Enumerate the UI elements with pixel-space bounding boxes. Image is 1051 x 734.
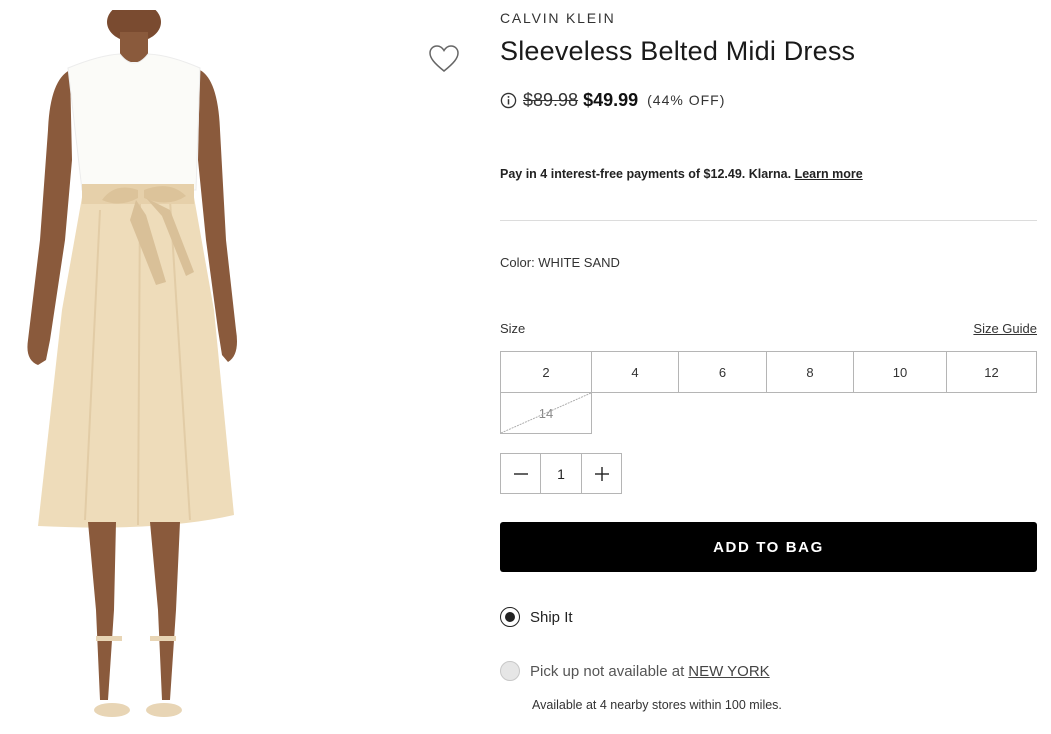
size-option-12[interactable]: 12 [946, 351, 1037, 393]
size-option-14-unavailable[interactable]: 14 [500, 392, 592, 434]
product-image-area [0, 0, 470, 734]
klarna-message: Pay in 4 interest-free payments of $12.4… [500, 167, 863, 181]
pickup-option: Pick up not available at NEW YORK [500, 661, 770, 681]
color-label: Color: WHITE SAND [500, 255, 620, 270]
unavailable-slash [501, 393, 591, 433]
ship-it-label: Ship It [530, 608, 573, 626]
add-to-bag-button[interactable]: ADD TO BAG [500, 522, 1037, 572]
sale-price: $49.99 [583, 89, 639, 110]
plus-icon [594, 466, 609, 481]
ship-it-option[interactable]: Ship It [500, 607, 573, 627]
size-guide-link[interactable]: Size Guide [973, 321, 1037, 336]
klarna-text: Pay in 4 interest-free payments of $12.4… [500, 167, 792, 181]
product-info: CALVIN KLEIN Sleeveless Belted Midi Dres… [500, 0, 1037, 734]
pickup-label: Pick up not available at [530, 662, 685, 680]
decrease-quantity-button[interactable] [500, 453, 541, 494]
product-image [27, 10, 237, 717]
price-row: $89.98 $49.99 (44% OFF) [500, 88, 725, 112]
ship-it-radio[interactable] [500, 607, 520, 627]
quantity-stepper: 1 [500, 453, 622, 494]
size-option-10[interactable]: 10 [853, 351, 947, 393]
store-location-link[interactable]: NEW YORK [688, 663, 769, 680]
size-option-4[interactable]: 4 [591, 351, 679, 393]
minus-icon [513, 472, 528, 475]
product-title: Sleeveless Belted Midi Dress [500, 36, 856, 66]
info-icon[interactable] [500, 92, 517, 109]
wishlist-heart-icon[interactable] [428, 44, 460, 74]
heart-icon [429, 45, 459, 72]
brand-name[interactable]: CALVIN KLEIN [500, 10, 616, 26]
nearby-stores-text: Available at 4 nearby stores within 100 … [532, 698, 782, 712]
increase-quantity-button[interactable] [581, 453, 622, 494]
size-option-6[interactable]: 6 [678, 351, 767, 393]
original-price: $89.98 [523, 89, 579, 110]
quantity-value[interactable]: 1 [541, 453, 581, 494]
size-label: Size [500, 321, 526, 336]
divider [500, 220, 1037, 221]
discount-label: (44% OFF) [647, 92, 726, 108]
size-option-8[interactable]: 8 [766, 351, 854, 393]
klarna-learn-more-link[interactable]: Learn more [795, 167, 863, 181]
size-option-2[interactable]: 2 [500, 351, 592, 393]
pickup-radio-disabled [500, 661, 520, 681]
